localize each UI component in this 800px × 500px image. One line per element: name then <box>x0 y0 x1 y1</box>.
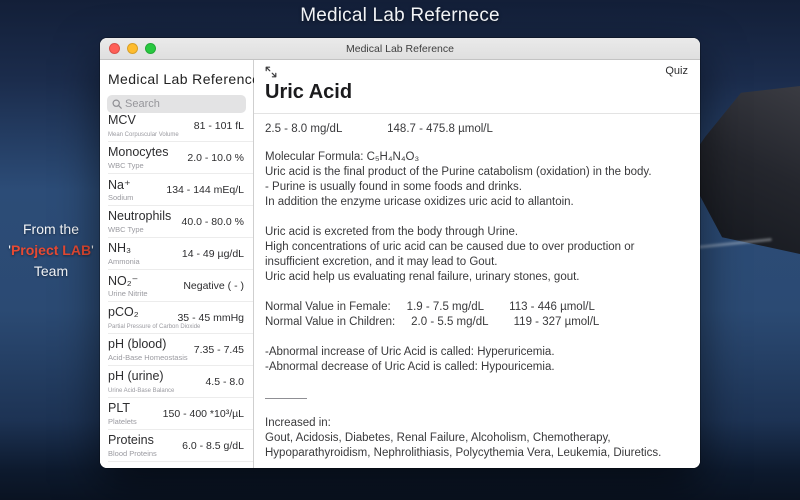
side-note: From the 'Project LAB' Team <box>0 219 102 282</box>
reference-range: 2.5 - 8.0 mg/dL 148.7 - 475.8 µmol/L <box>265 123 688 135</box>
lab-item-labels: NO₂⁻ Urine Nitrite <box>108 273 148 298</box>
search-icon <box>112 99 122 109</box>
lab-item-labels: pH (urine) Urine Acid-Base Balance <box>108 369 174 394</box>
range-umol: 148.7 - 475.8 µmol/L <box>387 123 493 135</box>
quiz-button[interactable]: Quiz <box>665 65 688 77</box>
sidebar-header: Medical Lab Reference <box>108 71 261 87</box>
title-divider <box>254 113 700 114</box>
lab-item-description: Ammonia <box>108 257 140 266</box>
side-note-highlight: Project LAB <box>10 242 92 258</box>
lab-item-description: Urine Acid-Base Balance <box>108 388 175 394</box>
lab-item-labels: PLT Platelets <box>108 401 137 426</box>
lab-list-item[interactable]: PLT Platelets 150 - 400 *10³/µL <box>108 398 253 430</box>
lab-list-item[interactable]: pCO₂ Partial Pressure of Carbon Dioxide … <box>108 302 253 334</box>
lab-item-description: Sodium <box>108 193 134 202</box>
lab-list-item[interactable]: Monocytes WBC Type 2.0 - 10.0 % <box>108 142 253 174</box>
lab-item-description: Blood Proteins <box>108 449 157 458</box>
lab-item-range: 134 - 144 mEq/L <box>166 183 244 196</box>
lab-list-item[interactable]: Na⁺ Sodium 134 - 144 mEq/L <box>108 174 253 206</box>
lab-item-description: Mean Corpuscular Volume <box>108 132 179 138</box>
lab-list-item[interactable]: pH (urine) Urine Acid-Base Balance 4.5 -… <box>108 366 253 398</box>
lab-list-item[interactable]: MCV Mean Corpuscular Volume 81 - 101 fL <box>108 110 253 142</box>
lab-list-item[interactable]: Neutrophils WBC Type 40.0 - 80.0 % <box>108 206 253 238</box>
traffic-lights <box>109 43 156 54</box>
lab-item-description: Partial Pressure of Carbon Dioxide <box>108 324 201 330</box>
lab-item-name: Neutrophils <box>108 209 172 223</box>
lab-item-labels: Na⁺ Sodium <box>108 177 133 202</box>
page-title: Uric Acid <box>265 81 353 103</box>
lab-item-range: 81 - 101 fL <box>193 119 244 132</box>
lab-item-description: WBC Type <box>108 161 144 170</box>
lab-list-item[interactable]: NH₃ Ammonia 14 - 49 µg/dL <box>108 238 253 270</box>
lab-item-description: WBC Type <box>108 225 144 234</box>
body-paragraph: Molecular Formula: C₅H₄N₄O₃ Uric acid is… <box>265 151 652 208</box>
lab-item-name: MCV <box>108 113 136 127</box>
body-paragraph: Increased in: Gout, Acidosis, Diabetes, … <box>265 417 662 459</box>
body-paragraph: -Abnormal increase of Uric Acid is calle… <box>265 346 555 373</box>
window-body: Medical Lab Reference MCV Mean Corpuscul… <box>100 60 700 468</box>
article-body: Molecular Formula: C₅H₄N₄O₃ Uric acid is… <box>265 150 688 468</box>
close-window-button[interactable] <box>109 43 120 54</box>
lab-item-range: 7.35 - 7.45 <box>193 343 244 356</box>
side-note-line3: Team <box>33 263 69 279</box>
lab-item-labels: Proteins Blood Proteins <box>108 433 157 458</box>
lab-item-labels: MCV Mean Corpuscular Volume <box>108 113 179 138</box>
lab-item-description: Acid-Base Homeostasis <box>108 353 188 362</box>
lab-item-name: Na⁺ <box>108 178 131 192</box>
window-titlebar[interactable]: Medical Lab Reference <box>100 38 700 60</box>
lab-list-item[interactable]: pH (blood) Acid-Base Homeostasis 7.35 - … <box>108 334 253 366</box>
app-window: Medical Lab Reference Medical Lab Refere… <box>100 38 700 468</box>
sidebar: Medical Lab Reference MCV Mean Corpuscul… <box>100 60 261 468</box>
lab-item-range: 14 - 49 µg/dL <box>181 247 244 260</box>
zoom-window-button[interactable] <box>145 43 156 54</box>
search-input[interactable] <box>125 98 241 110</box>
lab-item-range: 40.0 - 80.0 % <box>181 215 244 228</box>
lab-item-range: 4.5 - 8.0 <box>205 375 244 388</box>
lab-item-name: pH (urine) <box>108 369 164 383</box>
lab-item-name: NO₂⁻ <box>108 274 139 288</box>
lab-item-description: Platelets <box>108 417 137 426</box>
lab-item-description: Urine Nitrite <box>108 289 148 298</box>
range-mg: 2.5 - 8.0 mg/dL <box>265 123 342 135</box>
lab-list-item[interactable]: NO₂⁻ Urine Nitrite Negative ( - ) <box>108 270 253 302</box>
minimize-window-button[interactable] <box>127 43 138 54</box>
lab-item-name: pCO₂ <box>108 305 139 319</box>
lab-list: MCV Mean Corpuscular Volume 81 - 101 fL … <box>100 110 253 468</box>
lab-item-labels: pCO₂ Partial Pressure of Carbon Dioxide <box>108 305 201 330</box>
lab-item-name: PLT <box>108 401 130 415</box>
section-divider <box>265 398 307 399</box>
window-title: Medical Lab Reference <box>346 42 454 55</box>
lab-item-name: pH (blood) <box>108 337 167 351</box>
expand-icon[interactable] <box>265 66 277 78</box>
lab-item-name: Monocytes <box>108 145 169 159</box>
lab-list-item[interactable]: Proteins Blood Proteins 6.0 - 8.5 g/dL <box>108 430 253 462</box>
side-note-quote-close: ' <box>91 242 94 258</box>
body-paragraph: Normal Value in Female: 1.9 - 7.5 mg/dL … <box>265 301 600 328</box>
lab-item-labels: Neutrophils WBC Type <box>108 209 171 234</box>
lab-item-labels: pH (blood) Acid-Base Homeostasis <box>108 337 188 362</box>
lab-item-range: 6.0 - 8.5 g/dL <box>182 439 244 452</box>
lab-item-range: 150 - 400 *10³/µL <box>162 407 244 420</box>
side-note-line1: From the <box>22 221 79 237</box>
lab-item-labels: NH₃ Ammonia <box>108 241 140 266</box>
lab-item-range: 2.0 - 10.0 % <box>187 151 244 164</box>
main-content: Quiz Uric Acid 2.5 - 8.0 mg/dL 148.7 - 4… <box>254 60 700 468</box>
desktop-caption: Medical Lab Refernece <box>300 5 500 26</box>
lab-item-range: 35 - 45 mmHg <box>177 311 244 324</box>
lab-item-name: Proteins <box>108 433 154 447</box>
lab-item-range: Negative ( - ) <box>183 279 244 292</box>
lab-item-name: NH₃ <box>108 241 132 255</box>
body-paragraph: Uric acid is excreted from the body thro… <box>265 226 635 283</box>
content-toolbar: Quiz <box>265 65 688 78</box>
lab-item-labels: Monocytes WBC Type <box>108 145 168 170</box>
